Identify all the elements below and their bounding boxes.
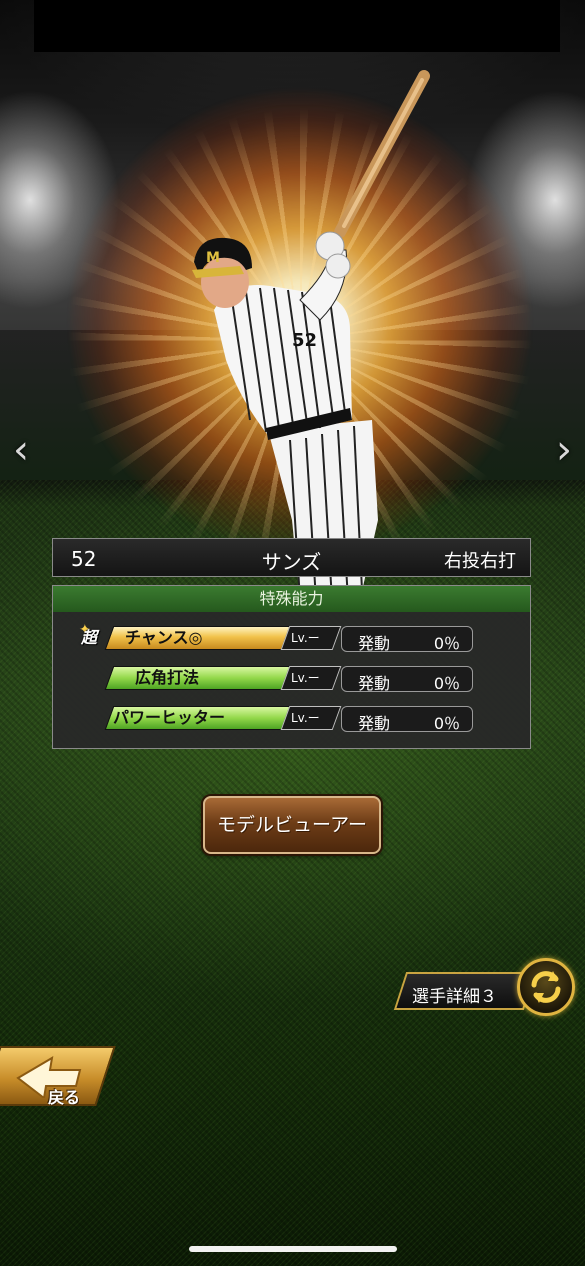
ability-row-chance[interactable]: ✦ 超 チャンス◎ Lv.ー 発動 0％ (53, 622, 530, 656)
home-indicator[interactable] (189, 1246, 397, 1252)
model-viewer-button[interactable]: モデルビューアー (203, 796, 381, 854)
special-ability-panel: 特殊能力 ✦ 超 チャンス◎ Lv.ー 発動 0％ 広角打法 Lv.ー 発動 0… (52, 585, 531, 749)
status-bar (34, 0, 560, 52)
chevron-right-icon[interactable]: › (549, 428, 579, 472)
activation-value: 0％ (433, 634, 460, 653)
activation-label: 発動 (358, 634, 391, 653)
ability-level: Lv.ー (291, 711, 320, 725)
ability-name: パワーヒッター (113, 708, 226, 727)
back-label: 戻る (48, 1088, 81, 1107)
ability-row-power-hitter[interactable]: パワーヒッター Lv.ー 発動 0％ (53, 706, 530, 736)
ability-header: 特殊能力 (53, 586, 530, 612)
activation-box: 発動 0％ (341, 626, 473, 653)
swap-icon[interactable] (517, 958, 575, 1016)
throw-bat-hand: 右投右打 (444, 551, 516, 572)
ability-name: チャンス◎ (125, 628, 203, 647)
jersey-number: 52 (292, 330, 317, 351)
activation-box: 発動 0％ (341, 706, 473, 733)
batter-illustration: M 52 (192, 70, 430, 600)
ability-row-wide-angle[interactable]: 広角打法 Lv.ー 発動 0％ (53, 666, 530, 696)
ability-level: Lv.ー (291, 631, 320, 645)
player-info-bar: 52 サンズ 右投右打 (52, 538, 531, 577)
activation-box: 発動 0％ (341, 666, 473, 693)
swap-arrows-icon (531, 971, 561, 1003)
svg-text:M: M (206, 250, 220, 266)
ability-level: Lv.ー (291, 671, 320, 685)
activation-value: 0％ (433, 674, 460, 693)
activation-label: 発動 (358, 674, 391, 693)
activation-label: 発動 (358, 714, 391, 733)
super-tag: 超 (81, 628, 98, 647)
player-detail-label: 選手詳細３ (412, 987, 497, 1007)
activation-value: 0％ (433, 714, 460, 733)
chevron-left-icon[interactable]: ‹ (6, 428, 36, 472)
ability-name: 広角打法 (135, 668, 200, 687)
